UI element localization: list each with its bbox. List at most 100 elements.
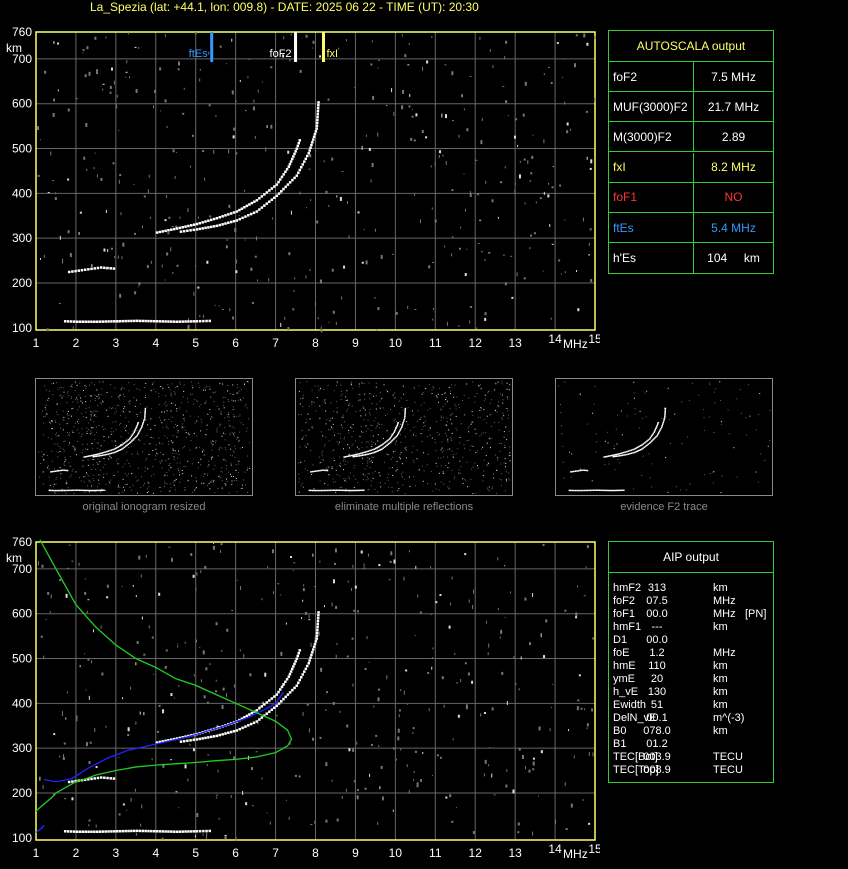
noise-dot (681, 401, 683, 403)
trace-point (315, 127, 318, 130)
noise-dot (174, 392, 176, 394)
noise-dot (254, 135, 256, 139)
trace-point (244, 725, 247, 728)
noise-dot (43, 416, 45, 418)
noise-dot (488, 490, 490, 492)
noise-dot (419, 418, 421, 420)
noise-dot (703, 409, 705, 411)
trace-point (268, 189, 271, 192)
noise-dot (386, 675, 388, 680)
trace-point (227, 213, 230, 216)
noise-dot (164, 485, 166, 487)
noise-dot (44, 70, 47, 74)
noise-dot (434, 162, 436, 167)
trace-point (402, 421, 404, 424)
trace-point (90, 267, 93, 271)
noise-dot (50, 423, 52, 425)
trace-point (367, 453, 370, 455)
noise-dot (440, 417, 442, 419)
noise-dot (206, 764, 208, 767)
trace-point (396, 424, 398, 427)
noise-dot (219, 425, 221, 427)
noise-dot (172, 149, 175, 153)
trace-point (53, 489, 55, 492)
noise-dot (477, 465, 479, 467)
y-axis-label: km (6, 41, 22, 55)
trace-point (585, 469, 587, 472)
noise-dot (463, 108, 465, 111)
noise-dot (314, 820, 316, 824)
noise-dot (88, 480, 90, 482)
noise-dot (235, 152, 238, 155)
trace-point (316, 489, 318, 492)
noise-dot (81, 412, 83, 414)
trace-point (178, 830, 182, 833)
noise-dot (667, 387, 669, 389)
noise-dot (365, 413, 367, 415)
trace-point (357, 453, 359, 455)
noise-dot (502, 254, 505, 256)
trace-point (344, 489, 347, 492)
x-tick-label: 9 (352, 846, 359, 860)
trace-point (130, 319, 133, 323)
trace-point (141, 424, 143, 427)
noise-dot (585, 566, 587, 569)
trace-point (77, 489, 79, 491)
noise-dot (451, 820, 454, 823)
noise-dot (168, 469, 170, 471)
noise-dot (607, 442, 609, 444)
noise-dot (479, 219, 482, 221)
noise-dot (507, 398, 509, 400)
noise-dot (317, 385, 319, 387)
noise-dot (633, 381, 635, 383)
trace-point (172, 830, 176, 833)
trace-point (370, 449, 373, 451)
noise-dot (354, 585, 357, 589)
noise-dot (411, 115, 414, 118)
trace-point (155, 231, 159, 234)
noise-dot (132, 430, 134, 432)
noise-dot (381, 423, 383, 425)
trace-point (273, 706, 276, 710)
noise-dot (95, 410, 97, 412)
noise-dot (579, 468, 581, 470)
noise-dot (280, 322, 282, 327)
noise-dot (344, 421, 346, 423)
noise-dot (235, 270, 238, 274)
noise-dot (221, 467, 223, 469)
noise-dot (234, 100, 237, 102)
noise-dot (382, 407, 384, 409)
autoscala-value: 8.2 MHz (694, 153, 773, 183)
noise-dot (117, 255, 119, 259)
noise-dot (173, 456, 175, 458)
noise-dot (644, 392, 646, 394)
trace-point (90, 320, 93, 323)
trace-point (179, 230, 183, 233)
noise-dot (184, 489, 186, 491)
noise-dot (663, 417, 665, 419)
noise-dot (350, 381, 352, 383)
noise-dot (67, 390, 69, 392)
noise-dot (421, 465, 423, 467)
noise-dot (469, 76, 472, 78)
trace-point (215, 216, 219, 220)
noise-dot (68, 462, 70, 464)
noise-dot (178, 471, 180, 473)
noise-dot (225, 460, 227, 462)
noise-dot (218, 818, 221, 820)
trace-point (135, 426, 138, 428)
trace-point (364, 454, 367, 456)
trace-point (263, 193, 266, 196)
noise-dot (366, 476, 368, 478)
noise-dot (367, 473, 369, 475)
noise-dot (368, 661, 370, 663)
trace-point (150, 829, 153, 833)
trace-point (623, 489, 625, 492)
noise-dot (96, 69, 99, 72)
noise-dot (509, 446, 511, 448)
noise-dot (517, 144, 519, 147)
noise-dot (158, 704, 161, 707)
noise-dot (416, 421, 418, 423)
noise-dot (431, 666, 433, 670)
trace-point (135, 427, 137, 429)
